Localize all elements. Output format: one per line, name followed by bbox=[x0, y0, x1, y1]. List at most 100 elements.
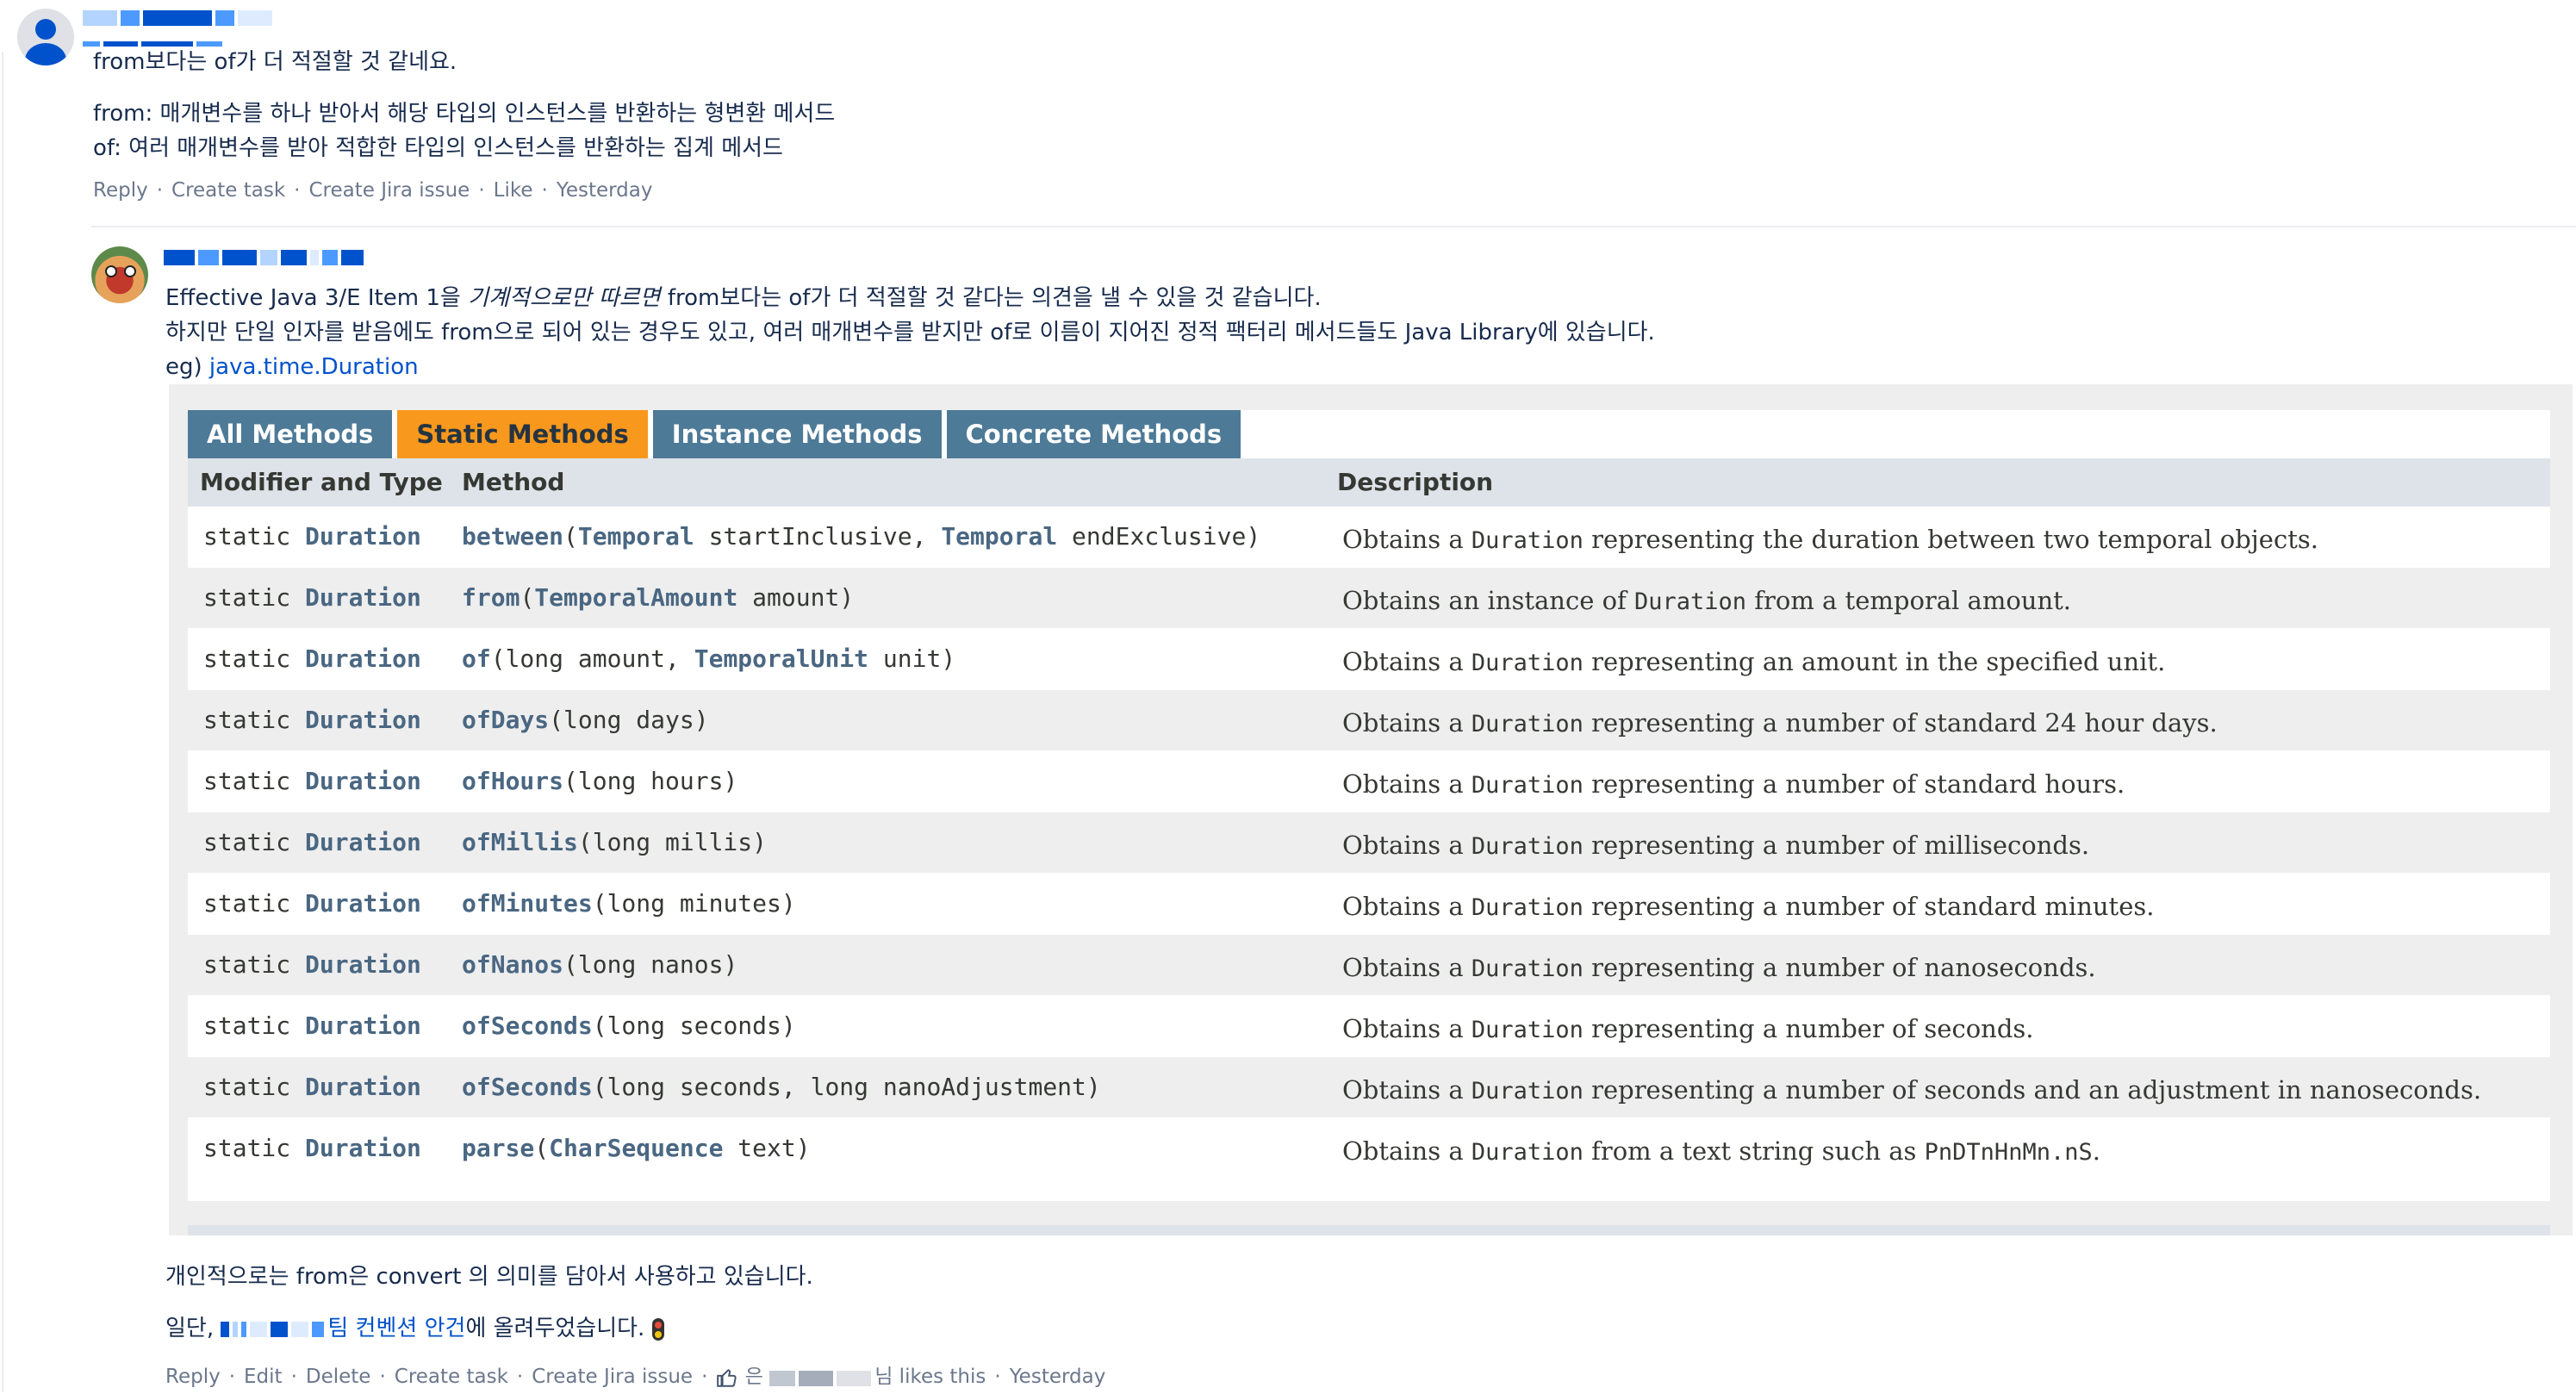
method-cell: ofMillis(long millis) bbox=[462, 828, 768, 856]
param-type-link[interactable]: CharSequence bbox=[549, 1134, 723, 1162]
traffic-light-icon bbox=[651, 1317, 664, 1341]
type-link[interactable]: Duration bbox=[305, 1134, 421, 1162]
table-row: static Duration parse(CharSequence text) O… bbox=[188, 1118, 2550, 1179]
description-cell: Obtains an instance of Duration from a t… bbox=[1342, 586, 2072, 615]
method-link[interactable]: ofMinutes bbox=[462, 889, 593, 918]
modifier-and-type-cell: static Duration bbox=[203, 889, 421, 918]
user-avatar[interactable] bbox=[17, 9, 74, 65]
method-rows: static Duration between(Temporal startInc… bbox=[188, 507, 2550, 1179]
delete-link[interactable]: Delete bbox=[306, 1366, 371, 1388]
type-link[interactable]: Duration bbox=[305, 950, 421, 979]
type-link[interactable]: Duration bbox=[305, 767, 421, 795]
avatar-eye bbox=[105, 265, 117, 277]
comment2-after1: 개인적으로는 from은 convert 의 의미를 담아서 사용하고 있습니다… bbox=[165, 1264, 813, 1290]
param-type-link[interactable]: TemporalUnit bbox=[694, 644, 868, 673]
reply-link[interactable]: Reply bbox=[93, 179, 148, 202]
comment1-line1: from보다는 of가 더 적절할 것 같네요. bbox=[93, 49, 457, 75]
create-jira-issue-link[interactable]: Create Jira issue bbox=[532, 1366, 693, 1388]
comment1-line2: from: 매개변수를 하나 받아서 해당 타입의 인스턴스를 반환하는 형변환… bbox=[93, 101, 836, 127]
thread-line bbox=[2, 52, 3, 1392]
team-convention-link[interactable]: 팀 컨벤션 안건 bbox=[327, 1316, 465, 1341]
table-row: static Duration from(TemporalAmount amoun… bbox=[188, 568, 2550, 629]
table-row: static Duration ofMinutes(long minutes) Ob… bbox=[188, 874, 2550, 935]
method-link[interactable]: from bbox=[462, 583, 520, 612]
thumbs-up-icon[interactable] bbox=[716, 1366, 738, 1389]
modifier-and-type-cell: static Duration bbox=[203, 1073, 421, 1101]
param-type-link[interactable]: TemporalAmount bbox=[534, 583, 737, 612]
avatar-eye bbox=[124, 265, 136, 277]
description-cell: Obtains a Duration representing a number… bbox=[1342, 831, 2090, 860]
modifier-and-type-cell: static Duration bbox=[203, 767, 421, 795]
redacted-mention[interactable] bbox=[221, 1321, 327, 1337]
method-link[interactable]: ofHours bbox=[462, 767, 563, 795]
comment1-actions: Reply · Create task · Create Jira issue · Like… bbox=[93, 179, 653, 202]
method-link[interactable]: of bbox=[462, 644, 491, 673]
comment2-after2: 일단, 팀 컨벤션 안건에 올려두었습니다. bbox=[165, 1313, 664, 1344]
method-cell: between(Temporal startInclusive, Tempora… bbox=[462, 522, 1261, 551]
cartoon-creature-avatar-icon[interactable] bbox=[91, 246, 148, 303]
avatar-head bbox=[35, 19, 56, 40]
timestamp[interactable]: Yesterday bbox=[1010, 1366, 1106, 1388]
method-cell: ofMinutes(long minutes) bbox=[462, 889, 796, 918]
avatar-body bbox=[25, 43, 66, 65]
duration-doc-link[interactable]: java.time.Duration bbox=[209, 354, 419, 380]
modifier-and-type-cell: static Duration bbox=[203, 950, 421, 979]
description-cell: Obtains a Duration representing a number… bbox=[1342, 953, 2096, 982]
redacted-username-1[interactable] bbox=[83, 10, 276, 26]
type-link[interactable]: Duration bbox=[305, 889, 421, 918]
tab-instance-methods[interactable]: Instance Methods bbox=[652, 410, 942, 458]
create-task-link[interactable]: Create task bbox=[171, 179, 285, 202]
method-cell: of(long amount, TemporalUnit unit) bbox=[462, 644, 956, 673]
tab-concrete-methods[interactable]: Concrete Methods bbox=[946, 410, 1241, 458]
edit-link[interactable]: Edit bbox=[244, 1366, 283, 1388]
type-link[interactable]: Duration bbox=[305, 706, 421, 734]
header-description: Description bbox=[1337, 468, 1494, 496]
method-link[interactable]: parse bbox=[462, 1134, 534, 1162]
type-link[interactable]: Duration bbox=[305, 583, 421, 612]
likes-suffix[interactable]: 님 likes this bbox=[874, 1360, 986, 1389]
method-link[interactable]: ofDays bbox=[462, 706, 549, 734]
table-header: Modifier and Type Method Description bbox=[188, 458, 2550, 507]
redacted-username-2[interactable] bbox=[164, 250, 367, 265]
emphasis-text: 기계적으로만 따르면 bbox=[468, 285, 661, 311]
method-cell: from(TemporalAmount amount) bbox=[462, 583, 855, 612]
reply-link[interactable]: Reply bbox=[165, 1366, 221, 1388]
redacted-likers[interactable] bbox=[769, 1370, 874, 1386]
description-cell: Obtains a Duration representing a number… bbox=[1342, 1014, 2034, 1043]
type-link[interactable]: Duration bbox=[305, 522, 421, 551]
param-type-link[interactable]: Temporal bbox=[941, 522, 1057, 551]
type-link[interactable]: Duration bbox=[305, 1073, 421, 1101]
header-method: Method bbox=[462, 468, 565, 496]
description-cell: Obtains a Duration representing a number… bbox=[1342, 708, 2218, 737]
description-cell: Obtains a Duration representing an amoun… bbox=[1342, 647, 2166, 676]
type-link[interactable]: Duration bbox=[305, 828, 421, 856]
comment2-line1: Effective Java 3/E Item 1을 기계적으로만 따르면 fr… bbox=[165, 285, 1322, 311]
description-cell: Obtains a Duration representing a number… bbox=[1342, 892, 2155, 921]
method-link[interactable]: ofSeconds bbox=[462, 1011, 593, 1040]
javadoc-table: All Methods Static Methods Instance Meth… bbox=[188, 410, 2550, 1201]
header-modifier-and-type: Modifier and Type bbox=[200, 468, 443, 496]
description-cell: Obtains a Duration representing a number… bbox=[1342, 769, 2125, 799]
method-tabs: All Methods Static Methods Instance Meth… bbox=[188, 410, 1246, 458]
method-link[interactable]: ofSeconds bbox=[462, 1073, 593, 1101]
modifier-and-type-cell: static Duration bbox=[203, 706, 421, 734]
param-type-link[interactable]: Temporal bbox=[578, 522, 694, 551]
modifier-and-type-cell: static Duration bbox=[203, 522, 421, 551]
method-link[interactable]: between bbox=[462, 522, 563, 551]
method-link[interactable]: ofNanos bbox=[462, 950, 563, 979]
comment2-line2: 하지만 단일 인자를 받음에도 from으로 되어 있는 경우도 있고, 여러 … bbox=[165, 320, 1655, 345]
tab-all-methods[interactable]: All Methods bbox=[188, 410, 393, 458]
like-link[interactable]: Like bbox=[494, 179, 533, 202]
tab-static-methods[interactable]: Static Methods bbox=[397, 410, 648, 458]
table-row: static Duration of(long amount, TemporalU… bbox=[188, 629, 2550, 690]
comment1-line3: of: 여러 매개변수를 받아 적합한 타입의 인스턴스를 반환하는 집계 메서… bbox=[93, 135, 783, 161]
create-task-link[interactable]: Create task bbox=[395, 1366, 508, 1388]
create-jira-issue-link[interactable]: Create Jira issue bbox=[308, 179, 470, 202]
modifier-and-type-cell: static Duration bbox=[203, 1134, 421, 1162]
method-link[interactable]: ofMillis bbox=[462, 828, 578, 856]
table-row: static Duration ofSeconds(long seconds) Ob… bbox=[188, 996, 2550, 1057]
type-link[interactable]: Duration bbox=[305, 644, 421, 673]
timestamp[interactable]: Yesterday bbox=[557, 179, 653, 202]
type-link[interactable]: Duration bbox=[305, 1011, 421, 1040]
javadoc-screenshot: All Methods Static Methods Instance Meth… bbox=[169, 384, 2573, 1235]
